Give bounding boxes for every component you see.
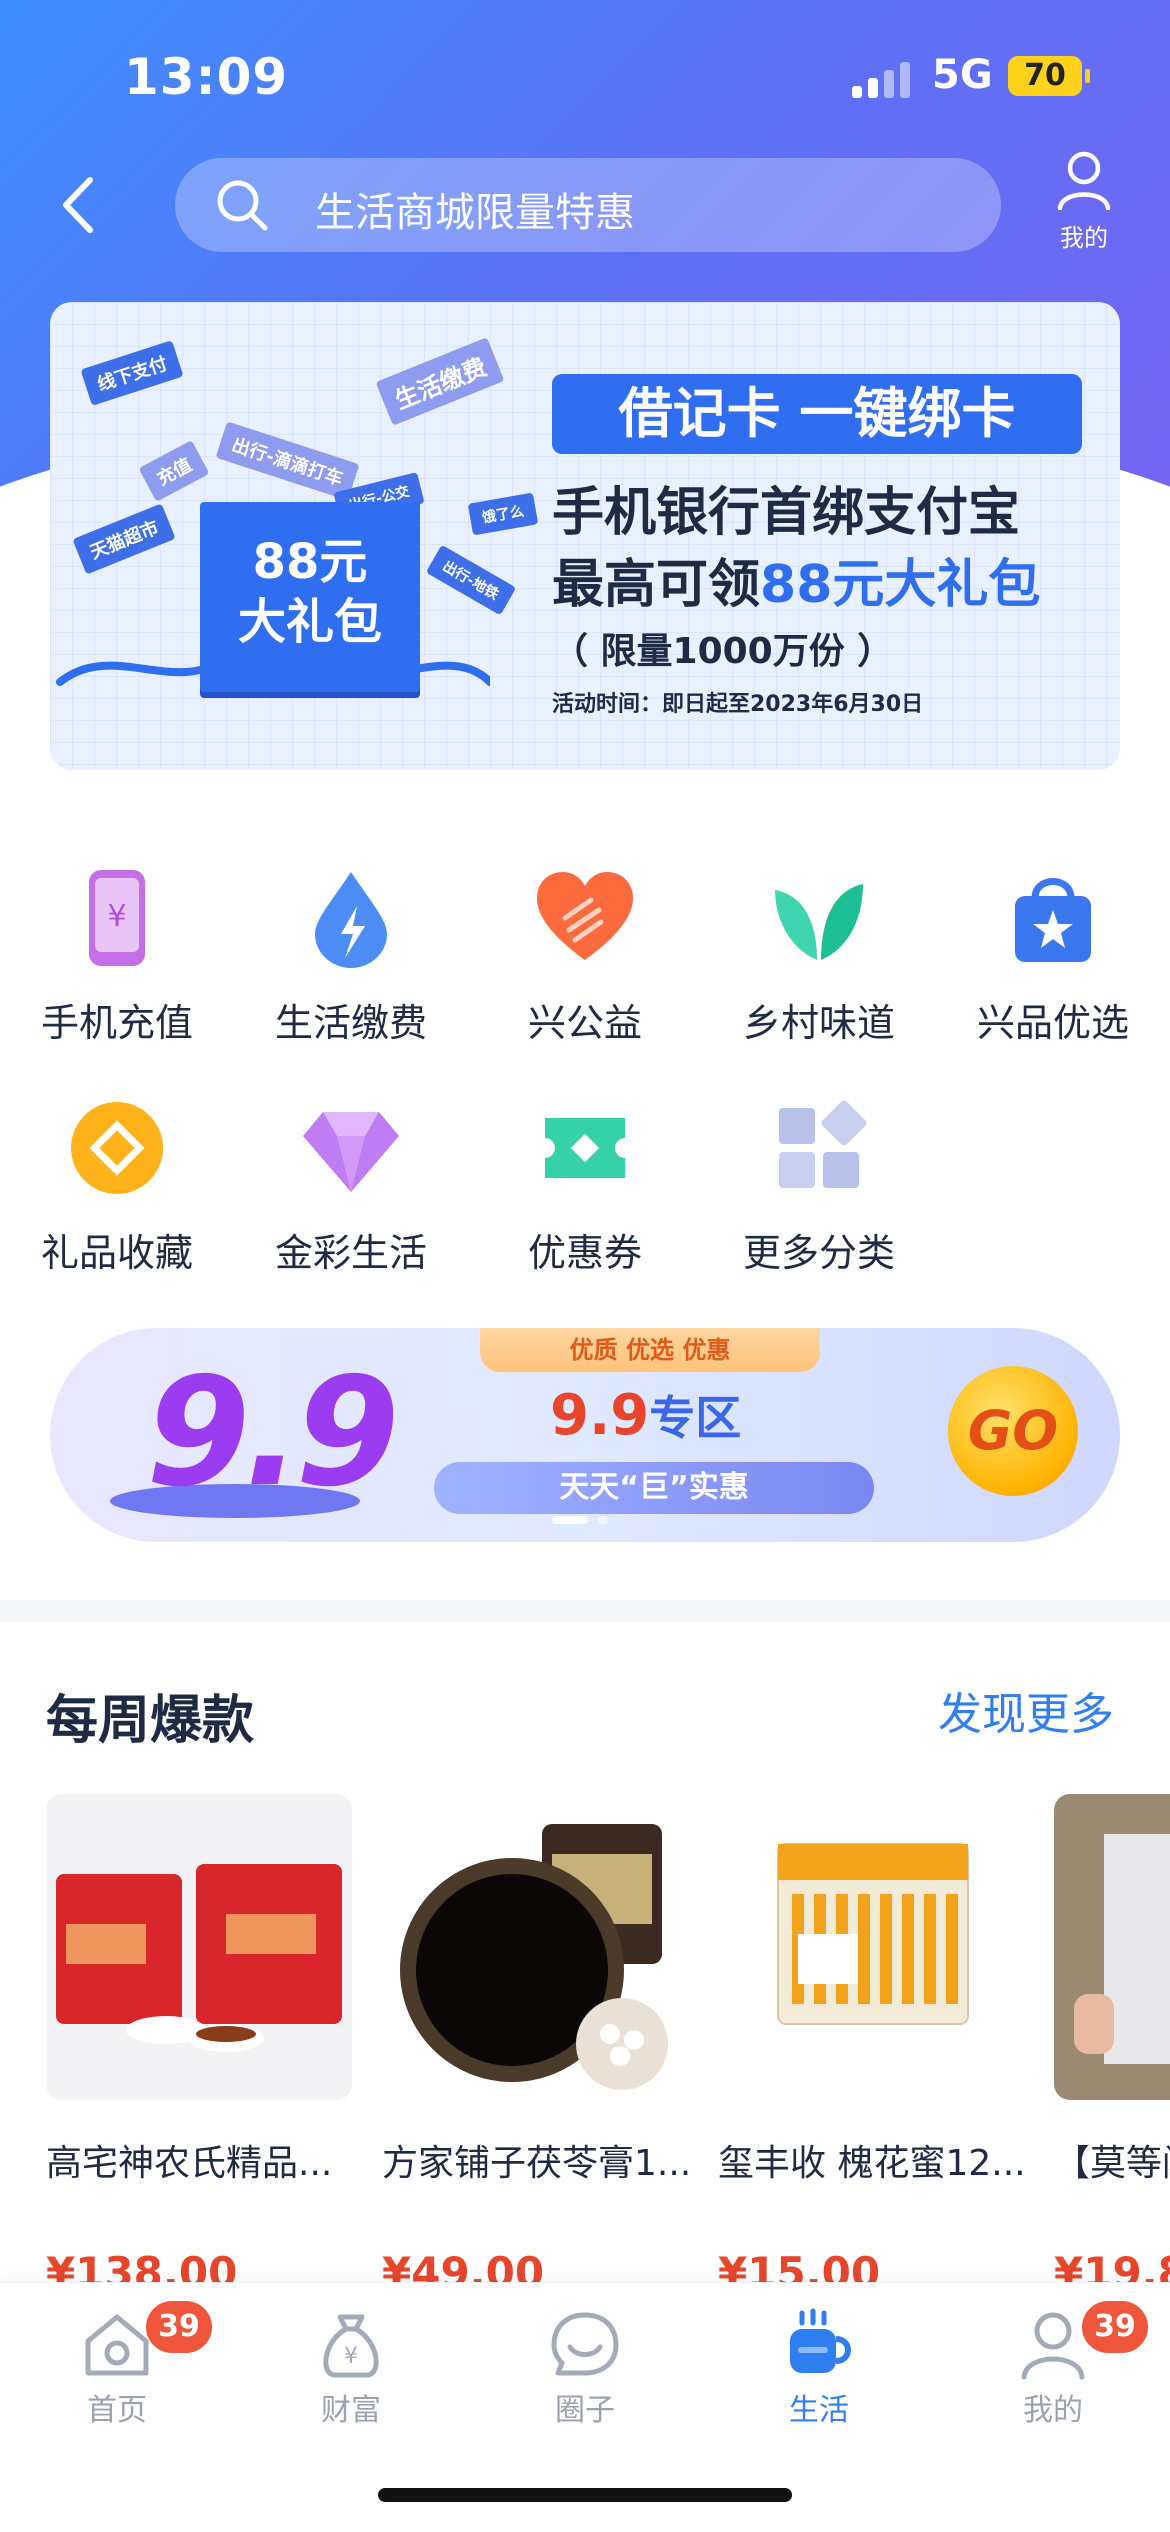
battery-level: 70: [1008, 56, 1090, 96]
category-label: 手机充值: [40, 1001, 193, 1045]
product-image: [382, 1794, 688, 2100]
product-name: 玺丰收 槐花蜜12...: [718, 2143, 1024, 2184]
notification-badge: 39: [146, 2301, 212, 2353]
shopping-bag-icon: [1015, 878, 1091, 962]
my-account-button[interactable]: 我的: [1048, 150, 1120, 260]
profile-icon: [1021, 2312, 1085, 2380]
category-selected-goods[interactable]: 兴品优选: [936, 868, 1170, 1068]
chevron-left-icon: [63, 177, 93, 233]
product-image: [1054, 1794, 1170, 2100]
notification-badge: 39: [1082, 2301, 1148, 2353]
banner-headline: 借记卡 一键绑卡: [552, 374, 1082, 454]
gift-collection-icon: [71, 1102, 163, 1194]
banner-limit: （ 限量1000万份 ）: [552, 631, 894, 672]
category-label: 金彩生活: [274, 1231, 427, 1275]
ribbon-decoration: [56, 658, 490, 686]
tab-life[interactable]: 生活: [702, 2303, 936, 2428]
gift-box-line1: 88元: [252, 534, 368, 590]
promo-banner[interactable]: 线下支付 充值 出行-滴滴打车 生活缴费 天猫超市 出行-公交 饿了么 出行-地…: [50, 302, 1120, 770]
category-label: 优惠券: [527, 1231, 642, 1275]
banner-period: 活动时间：即日起至2023年6月30日: [552, 692, 924, 717]
product-card[interactable]: 方家铺子茯苓膏1... ¥49.00: [382, 1794, 688, 2297]
category-more[interactable]: 更多分类: [702, 1098, 936, 1298]
category-gift-collection[interactable]: 礼品收藏: [0, 1098, 234, 1298]
category-label: 兴公益: [527, 1001, 642, 1045]
banner-tag: 出行-滴滴打车: [215, 421, 360, 501]
promo-title: 9.9专区: [550, 1382, 741, 1448]
category-utility-bill[interactable]: 生活缴费: [234, 868, 468, 1068]
tab-label: 我的: [1023, 2393, 1083, 2428]
category-phone-recharge[interactable]: ¥ 手机充值: [0, 868, 234, 1068]
tab-label: 生活: [789, 2393, 849, 2428]
home-icon: [85, 2314, 149, 2376]
banner-tag: 饿了么: [467, 492, 539, 536]
product-name: 【莫等闲: [1054, 2143, 1170, 2184]
promo-title-zone: 专区: [649, 1391, 742, 1445]
promo-go-button[interactable]: GO: [948, 1366, 1078, 1496]
life-mall-page: 13:09 5G 70 生活商城限量特惠 我的 线下支付 充值 出行-滴滴打车 …: [0, 0, 1170, 2532]
search-bar[interactable]: 生活商城限量特惠: [175, 158, 1001, 252]
wealth-bag-icon: ¥: [323, 2314, 379, 2378]
tab-wealth[interactable]: ¥ 财富: [234, 2303, 468, 2428]
more-categories-icon: [779, 1100, 867, 1188]
product-image: [46, 1794, 352, 2100]
nine-nine-promo-banner[interactable]: 优质 优选 优惠 9.9 9.9专区 天天“巨”实惠 GO: [50, 1328, 1120, 1542]
category-label: 乡村味道: [742, 1001, 895, 1045]
network-type: 5G: [932, 52, 993, 98]
product-card[interactable]: 【莫等闲 ¥19.80: [1054, 1794, 1170, 2297]
coupon-icon: [545, 1118, 625, 1178]
tab-label: 圈子: [555, 2393, 615, 2428]
category-charity[interactable]: 兴公益: [468, 868, 702, 1068]
user-icon: [1057, 151, 1111, 211]
tab-mine[interactable]: 我的 39: [936, 2301, 1170, 2428]
charity-heart-icon: [537, 872, 633, 960]
section-title: 每周爆款: [46, 1691, 255, 1751]
leaf-icon: [775, 884, 863, 960]
cellular-signal-icon: [852, 58, 912, 98]
category-village-taste[interactable]: 乡村味道: [702, 868, 936, 1068]
utility-bill-icon: [315, 872, 387, 968]
life-cup-icon: [790, 2308, 851, 2373]
product-name: 高宅神农氏精品...: [46, 2143, 333, 2184]
banner-tag: 天猫超市: [72, 503, 176, 575]
promo-title-number: 9.9: [550, 1383, 650, 1448]
diamond-icon: [303, 1112, 399, 1192]
banner-tag: 出行-地铁: [425, 544, 517, 616]
svg-text:¥: ¥: [107, 899, 126, 934]
discover-more-link[interactable]: 发现更多: [938, 1678, 1114, 1742]
banner-tag: 充值: [138, 440, 210, 502]
category-label: 兴品优选: [976, 1001, 1129, 1045]
banner-line3-highlight: 88元大礼包: [760, 555, 1041, 615]
product-card[interactable]: 高宅神农氏精品... ¥138.00: [46, 1794, 352, 2297]
home-indicator[interactable]: [378, 2488, 792, 2502]
product-name: 方家铺子茯苓膏1...: [382, 2143, 688, 2184]
category-coupon[interactable]: 优惠券: [468, 1098, 702, 1298]
status-time: 13:09: [124, 48, 289, 106]
tab-label: 首页: [87, 2393, 147, 2428]
tab-circle[interactable]: 圈子: [468, 2303, 702, 2428]
category-golden-life[interactable]: 金彩生活: [234, 1098, 468, 1298]
circle-chat-icon: [551, 2312, 619, 2376]
search-icon: [217, 180, 268, 231]
banner-line3-prefix: 最高可领: [552, 555, 761, 615]
my-account-label: 我的: [1060, 224, 1108, 252]
promo-top-tag: 优质 优选 优惠: [480, 1328, 820, 1372]
svg-text:¥: ¥: [344, 2344, 358, 2369]
banner-tag: 生活缴费: [375, 337, 505, 426]
banner-tag: 线下支付: [80, 340, 184, 406]
tab-label: 财富: [321, 2393, 381, 2428]
tab-home[interactable]: 首页 39: [0, 2301, 234, 2428]
search-placeholder: 生活商城限量特惠: [315, 190, 635, 236]
category-label: 礼品收藏: [40, 1231, 193, 1275]
product-image: [718, 1794, 1024, 2100]
promo-big-number: 9.9: [146, 1346, 400, 1520]
category-label: 更多分类: [742, 1231, 895, 1275]
phone-recharge-icon: ¥: [89, 870, 145, 966]
product-card[interactable]: 玺丰收 槐花蜜12... ¥15.00: [718, 1794, 1024, 2297]
promo-subtitle: 天天“巨”实惠: [434, 1462, 874, 1514]
category-label: 生活缴费: [274, 1001, 427, 1045]
back-button[interactable]: [54, 170, 104, 240]
banner-line3: 最高可领88元大礼包: [552, 542, 1040, 617]
banner-line2: 手机银行首绑支付宝: [552, 483, 1021, 543]
